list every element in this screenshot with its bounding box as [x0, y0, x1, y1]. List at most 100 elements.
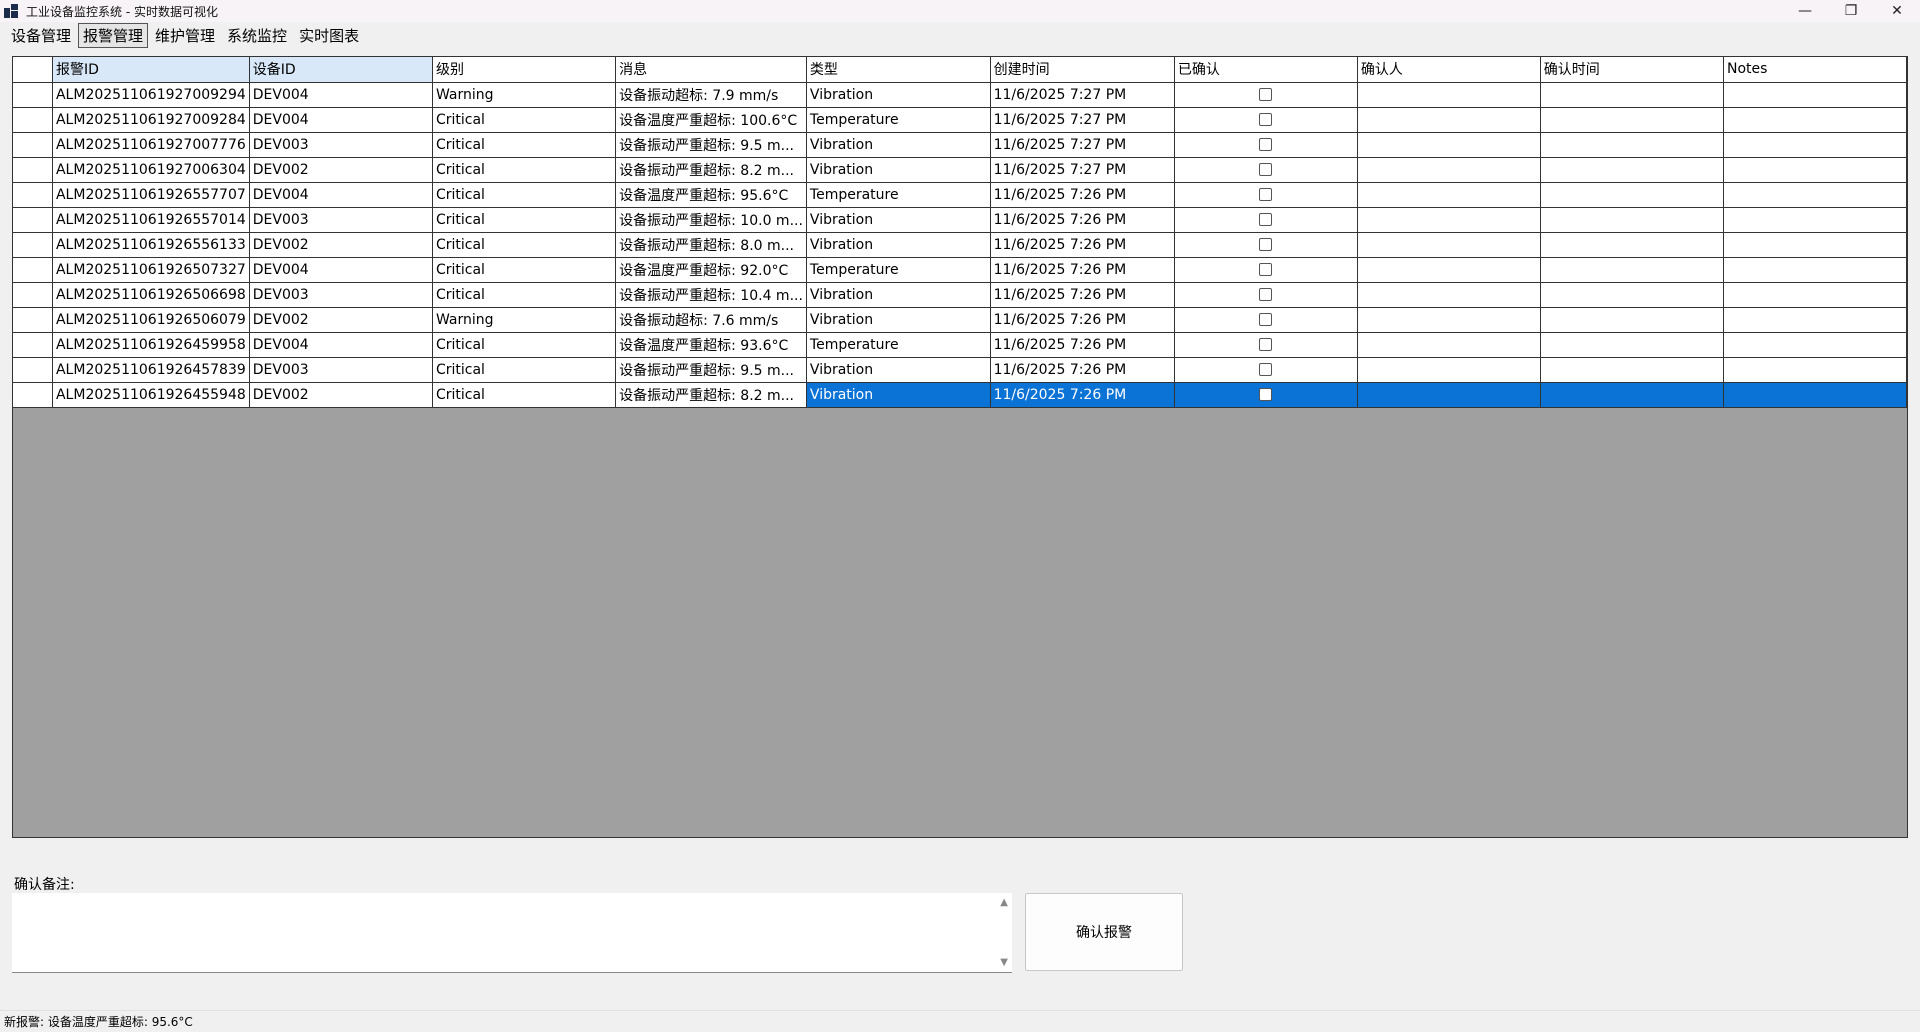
confirmed-checkbox[interactable] [1259, 313, 1273, 326]
cell-confirmed-time[interactable] [1540, 132, 1724, 158]
column-header-notes[interactable]: Notes [1723, 57, 1907, 83]
column-header-confirmed-time[interactable]: 确认时间 [1540, 57, 1724, 83]
column-header-level[interactable]: 级别 [432, 57, 617, 83]
confirmed-checkbox[interactable] [1259, 288, 1273, 301]
cell-created-time[interactable]: 11/6/2025 7:26 PM [990, 232, 1175, 258]
cell-created-time[interactable]: 11/6/2025 7:26 PM [990, 282, 1175, 308]
cell-level[interactable]: Critical [432, 382, 617, 408]
cell-level[interactable]: Critical [432, 332, 617, 358]
row-header[interactable] [13, 157, 53, 183]
cell-created-time[interactable]: 11/6/2025 7:27 PM [990, 82, 1175, 108]
column-header-confirmed-by[interactable]: 确认人 [1357, 57, 1541, 83]
cell-created-time[interactable]: 11/6/2025 7:27 PM [990, 107, 1175, 133]
cell-device-id[interactable]: DEV002 [249, 232, 433, 258]
cell-level[interactable]: Critical [432, 257, 617, 283]
cell-message[interactable]: 设备振动严重超标: 8.2 m... [615, 382, 807, 408]
cell-alarm-id[interactable]: ALM202511061926507327 [52, 257, 250, 283]
cell-message[interactable]: 设备振动超标: 7.6 mm/s [615, 307, 807, 333]
row-header[interactable] [13, 257, 53, 283]
cell-type[interactable]: Vibration [806, 157, 991, 183]
cell-notes[interactable] [1723, 207, 1907, 233]
cell-created-time[interactable]: 11/6/2025 7:27 PM [990, 132, 1175, 158]
cell-confirmed[interactable] [1174, 232, 1358, 258]
cell-notes[interactable] [1723, 232, 1907, 258]
table-row[interactable]: ALM202511061926457839 DEV003 Critical 设备振动严… [13, 357, 1907, 383]
cell-confirmed-time[interactable] [1540, 82, 1724, 108]
cell-confirmed-by[interactable] [1357, 182, 1541, 208]
row-header-corner[interactable] [13, 57, 53, 83]
cell-level[interactable]: Warning [432, 307, 617, 333]
cell-confirmed[interactable] [1174, 357, 1358, 383]
cell-device-id[interactable]: DEV003 [249, 132, 433, 158]
cell-level[interactable]: Critical [432, 107, 617, 133]
cell-notes[interactable] [1723, 307, 1907, 333]
cell-created-time[interactable]: 11/6/2025 7:26 PM [990, 307, 1175, 333]
cell-device-id[interactable]: DEV003 [249, 282, 433, 308]
cell-confirmed[interactable] [1174, 182, 1358, 208]
cell-level[interactable]: Critical [432, 282, 617, 308]
cell-alarm-id[interactable]: ALM202511061926557707 [52, 182, 250, 208]
cell-confirmed-time[interactable] [1540, 282, 1724, 308]
cell-type[interactable]: Temperature [806, 257, 991, 283]
cell-level[interactable]: Critical [432, 232, 617, 258]
cell-alarm-id[interactable]: ALM202511061927009284 [52, 107, 250, 133]
cell-confirmed-time[interactable] [1540, 107, 1724, 133]
cell-message[interactable]: 设备振动严重超标: 9.5 m... [615, 132, 807, 158]
cell-confirmed-by[interactable] [1357, 132, 1541, 158]
cell-message[interactable]: 设备振动严重超标: 8.2 m... [615, 157, 807, 183]
cell-device-id[interactable]: DEV003 [249, 357, 433, 383]
column-header-device-id[interactable]: 设备ID [249, 57, 433, 83]
cell-created-time[interactable]: 11/6/2025 7:26 PM [990, 332, 1175, 358]
cell-notes[interactable] [1723, 132, 1907, 158]
cell-device-id[interactable]: DEV002 [249, 307, 433, 333]
cell-device-id[interactable]: DEV002 [249, 382, 433, 408]
cell-alarm-id[interactable]: ALM202511061926459958 [52, 332, 250, 358]
cell-alarm-id[interactable]: ALM202511061926506698 [52, 282, 250, 308]
table-row[interactable]: ALM202511061926455948 DEV002 Critical 设备振动严… [13, 382, 1907, 408]
confirmed-checkbox[interactable] [1259, 263, 1273, 276]
cell-level[interactable]: Critical [432, 182, 617, 208]
cell-type[interactable]: Vibration [806, 282, 991, 308]
cell-alarm-id[interactable]: ALM202511061926506079 [52, 307, 250, 333]
confirmed-checkbox[interactable] [1259, 213, 1273, 226]
cell-created-time[interactable]: 11/6/2025 7:26 PM [990, 182, 1175, 208]
cell-alarm-id[interactable]: ALM202511061926457839 [52, 357, 250, 383]
row-header[interactable] [13, 307, 53, 333]
row-header[interactable] [13, 357, 53, 383]
cell-confirmed-by[interactable] [1357, 207, 1541, 233]
confirmed-checkbox[interactable] [1259, 338, 1273, 351]
cell-confirmed[interactable] [1174, 332, 1358, 358]
cell-alarm-id[interactable]: ALM202511061926557014 [52, 207, 250, 233]
menu-maintenance-management[interactable]: 维护管理 [150, 23, 220, 48]
menu-device-management[interactable]: 设备管理 [6, 23, 76, 48]
column-header-message[interactable]: 消息 [615, 57, 807, 83]
cell-confirmed-time[interactable] [1540, 307, 1724, 333]
cell-created-time[interactable]: 11/6/2025 7:26 PM [990, 357, 1175, 383]
table-row[interactable]: ALM202511061926556133 DEV002 Critical 设备振动严… [13, 232, 1907, 258]
cell-device-id[interactable]: DEV004 [249, 107, 433, 133]
cell-confirmed[interactable] [1174, 382, 1358, 408]
menu-alarm-management[interactable]: 报警管理 [78, 22, 149, 48]
cell-alarm-id[interactable]: ALM202511061926455948 [52, 382, 250, 408]
row-header[interactable] [13, 82, 53, 108]
table-row[interactable]: ALM202511061927009284 DEV004 Critical 设备温度严… [13, 107, 1907, 133]
row-header[interactable] [13, 232, 53, 258]
column-header-alarm-id[interactable]: 报警ID [52, 57, 250, 83]
cell-type[interactable]: Temperature [806, 182, 991, 208]
table-row[interactable]: ALM202511061926506079 DEV002 Warning 设备振动超标… [13, 307, 1907, 333]
menu-realtime-chart[interactable]: 实时图表 [294, 23, 364, 48]
cell-created-time[interactable]: 11/6/2025 7:26 PM [990, 257, 1175, 283]
cell-alarm-id[interactable]: ALM202511061927007776 [52, 132, 250, 158]
table-row[interactable]: ALM202511061926459958 DEV004 Critical 设备温度严… [13, 332, 1907, 358]
confirmed-checkbox[interactable] [1259, 163, 1273, 176]
cell-device-id[interactable]: DEV004 [249, 182, 433, 208]
menu-system-monitor[interactable]: 系统监控 [222, 23, 292, 48]
cell-notes[interactable] [1723, 107, 1907, 133]
cell-level[interactable]: Warning [432, 82, 617, 108]
close-icon[interactable]: ✕ [1874, 0, 1920, 22]
confirmed-checkbox[interactable] [1259, 238, 1273, 251]
cell-message[interactable]: 设备温度严重超标: 100.6°C [615, 107, 807, 133]
cell-confirmed-by[interactable] [1357, 282, 1541, 308]
cell-confirmed-by[interactable] [1357, 107, 1541, 133]
cell-message[interactable]: 设备振动严重超标: 9.5 m... [615, 357, 807, 383]
